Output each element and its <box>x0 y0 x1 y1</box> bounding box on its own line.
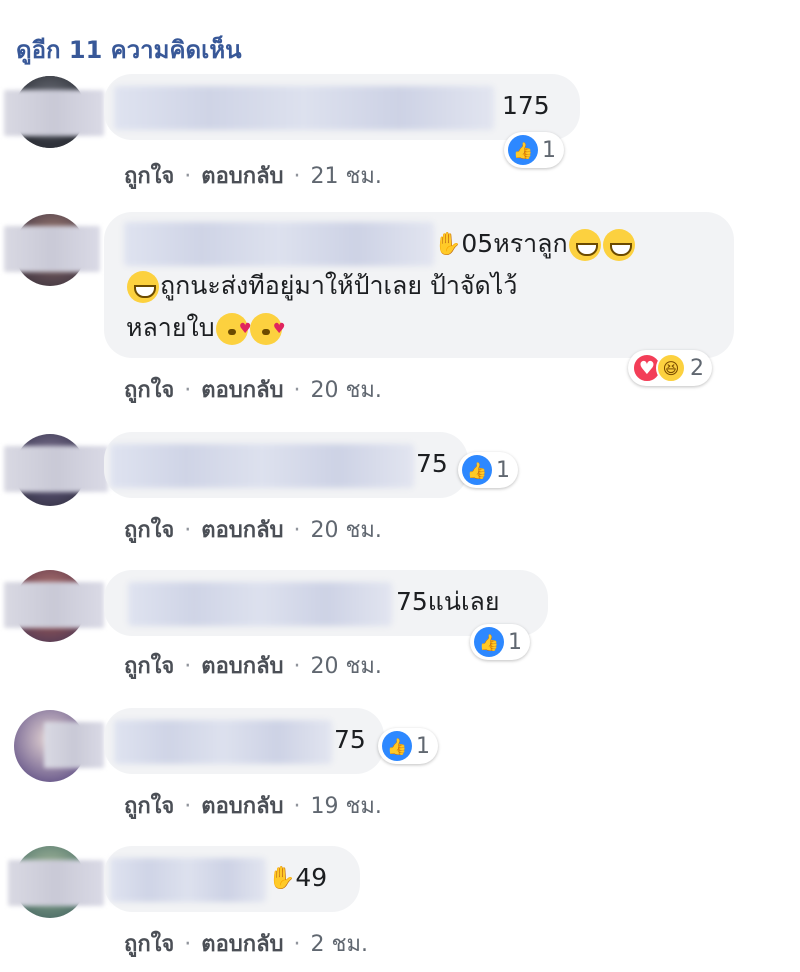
author-name-blurred[interactable] <box>124 222 434 266</box>
reply-button[interactable]: ตอบกลับ <box>201 518 283 543</box>
reaction-count: 1 <box>542 137 556 163</box>
like-button[interactable]: ถูกใจ <box>124 654 174 679</box>
reaction-count: 1 <box>508 629 522 655</box>
comment-item: 75แน่เลย 👍 1 ถูกใจ · ตอบกลับ · 20 ชม. <box>0 570 800 680</box>
comment-text: 75แน่เลย <box>396 587 500 616</box>
comment-item: ✋05หราลูก ถูกนะส่งทีอยู่มาให้ป้าเลย ป้าจ… <box>0 212 800 412</box>
comment-text-line-2: ถูกนะส่งทีอยู่มาให้ป้าเลย ป้าจัดไว้ <box>126 266 517 306</box>
comment-text-line-3: หลายใบ <box>126 308 286 349</box>
like-button[interactable]: ถูกใจ <box>124 164 174 189</box>
author-name-blurred[interactable] <box>128 582 392 626</box>
comment-text: 75 <box>334 725 366 754</box>
comment-timestamp[interactable]: 21 ชม. <box>311 164 382 189</box>
like-button[interactable]: ถูกใจ <box>124 794 174 819</box>
reaction-summary[interactable]: 👍 1 <box>378 728 438 764</box>
like-icon: 👍 <box>462 455 492 485</box>
comment-actions: ถูกใจ · ตอบกลับ · 20 ชม. <box>124 378 382 403</box>
comment-bubble: 75 <box>104 432 468 498</box>
comment-timestamp[interactable]: 19 ชม. <box>311 794 382 819</box>
reaction-count: 1 <box>416 733 430 759</box>
reply-button[interactable]: ตอบกลับ <box>201 654 283 679</box>
kiss-emoji <box>215 309 252 349</box>
avatar-blur <box>4 226 100 272</box>
comment-timestamp[interactable]: 20 ชม. <box>311 654 382 679</box>
like-button[interactable]: ถูกใจ <box>124 378 174 403</box>
author-name-blurred[interactable] <box>110 858 266 902</box>
avatar-blur <box>4 582 104 628</box>
reaction-summary[interactable]: ♥ 😆 2 <box>628 350 712 386</box>
like-icon: 👍 <box>474 627 504 657</box>
comment-text: ✋49 <box>268 858 327 899</box>
author-name-blurred[interactable] <box>110 444 414 488</box>
comment-item: 75 👍 1 ถูกใจ · ตอบกลับ · 20 ชม. <box>0 432 800 543</box>
comment-timestamp[interactable]: 20 ชม. <box>311 518 382 543</box>
like-button[interactable]: ถูกใจ <box>124 518 174 543</box>
comment-text-line-1: ✋05หราลูก <box>434 224 636 265</box>
wave-icon: ✋ <box>434 232 462 257</box>
comment-actions: ถูกใจ · ตอบกลับ · 20 ชม. <box>124 654 382 679</box>
author-name-blurred[interactable] <box>114 720 332 764</box>
wave-icon: ✋ <box>268 866 296 891</box>
kiss-emoji <box>249 309 286 349</box>
comment-item: ✋49 ถูกใจ · ตอบกลับ · 2 ชม. <box>0 846 800 957</box>
reaction-summary[interactable]: 👍 1 <box>458 452 518 488</box>
comment-text: 175 <box>502 91 550 120</box>
comment-bubble: ✋49 <box>104 846 360 912</box>
like-button[interactable]: ถูกใจ <box>124 932 174 957</box>
reply-button[interactable]: ตอบกลับ <box>201 932 283 957</box>
author-name-blurred[interactable] <box>114 86 494 130</box>
reaction-summary[interactable]: 👍 1 <box>470 624 530 660</box>
reply-button[interactable]: ตอบกลับ <box>201 164 283 189</box>
grin-emoji <box>127 271 159 303</box>
reply-button[interactable]: ตอบกลับ <box>201 794 283 819</box>
comment-timestamp[interactable]: 20 ชม. <box>311 378 382 403</box>
comment-bubble: 75 <box>104 708 384 774</box>
comment-bubble: ✋05หราลูก ถูกนะส่งทีอยู่มาให้ป้าเลย ป้าจ… <box>104 212 734 358</box>
comment-actions: ถูกใจ · ตอบกลับ · 19 ชม. <box>124 794 382 819</box>
avatar-blur <box>4 90 104 136</box>
comment-item: 75 👍 1 ถูกใจ · ตอบกลับ · 19 ชม. <box>0 708 800 819</box>
grin-emoji <box>602 229 635 261</box>
haha-icon: 😆 <box>656 353 686 383</box>
comment-text: 75 <box>416 449 448 478</box>
grin-emoji <box>568 229 601 261</box>
reaction-count: 2 <box>690 355 704 381</box>
avatar-blur <box>44 722 104 768</box>
comment-actions: ถูกใจ · ตอบกลับ · 2 ชม. <box>124 932 368 957</box>
reaction-count: 1 <box>496 457 510 483</box>
avatar-blur <box>4 446 108 492</box>
comment-timestamp[interactable]: 2 ชม. <box>311 932 368 957</box>
reaction-summary[interactable]: 👍 1 <box>504 132 564 168</box>
comment-item: 175 👍 1 ถูกใจ · ตอบกลับ · 21 ชม. <box>0 74 800 194</box>
comment-actions: ถูกใจ · ตอบกลับ · 21 ชม. <box>124 164 382 189</box>
comment-bubble: 175 <box>104 74 580 140</box>
like-icon: 👍 <box>382 731 412 761</box>
view-more-comments-link[interactable]: ดูอีก 11 ความคิดเห็น <box>16 30 242 69</box>
like-icon: 👍 <box>508 135 538 165</box>
reply-button[interactable]: ตอบกลับ <box>201 378 283 403</box>
avatar-blur <box>8 860 104 906</box>
comment-actions: ถูกใจ · ตอบกลับ · 20 ชม. <box>124 518 382 543</box>
